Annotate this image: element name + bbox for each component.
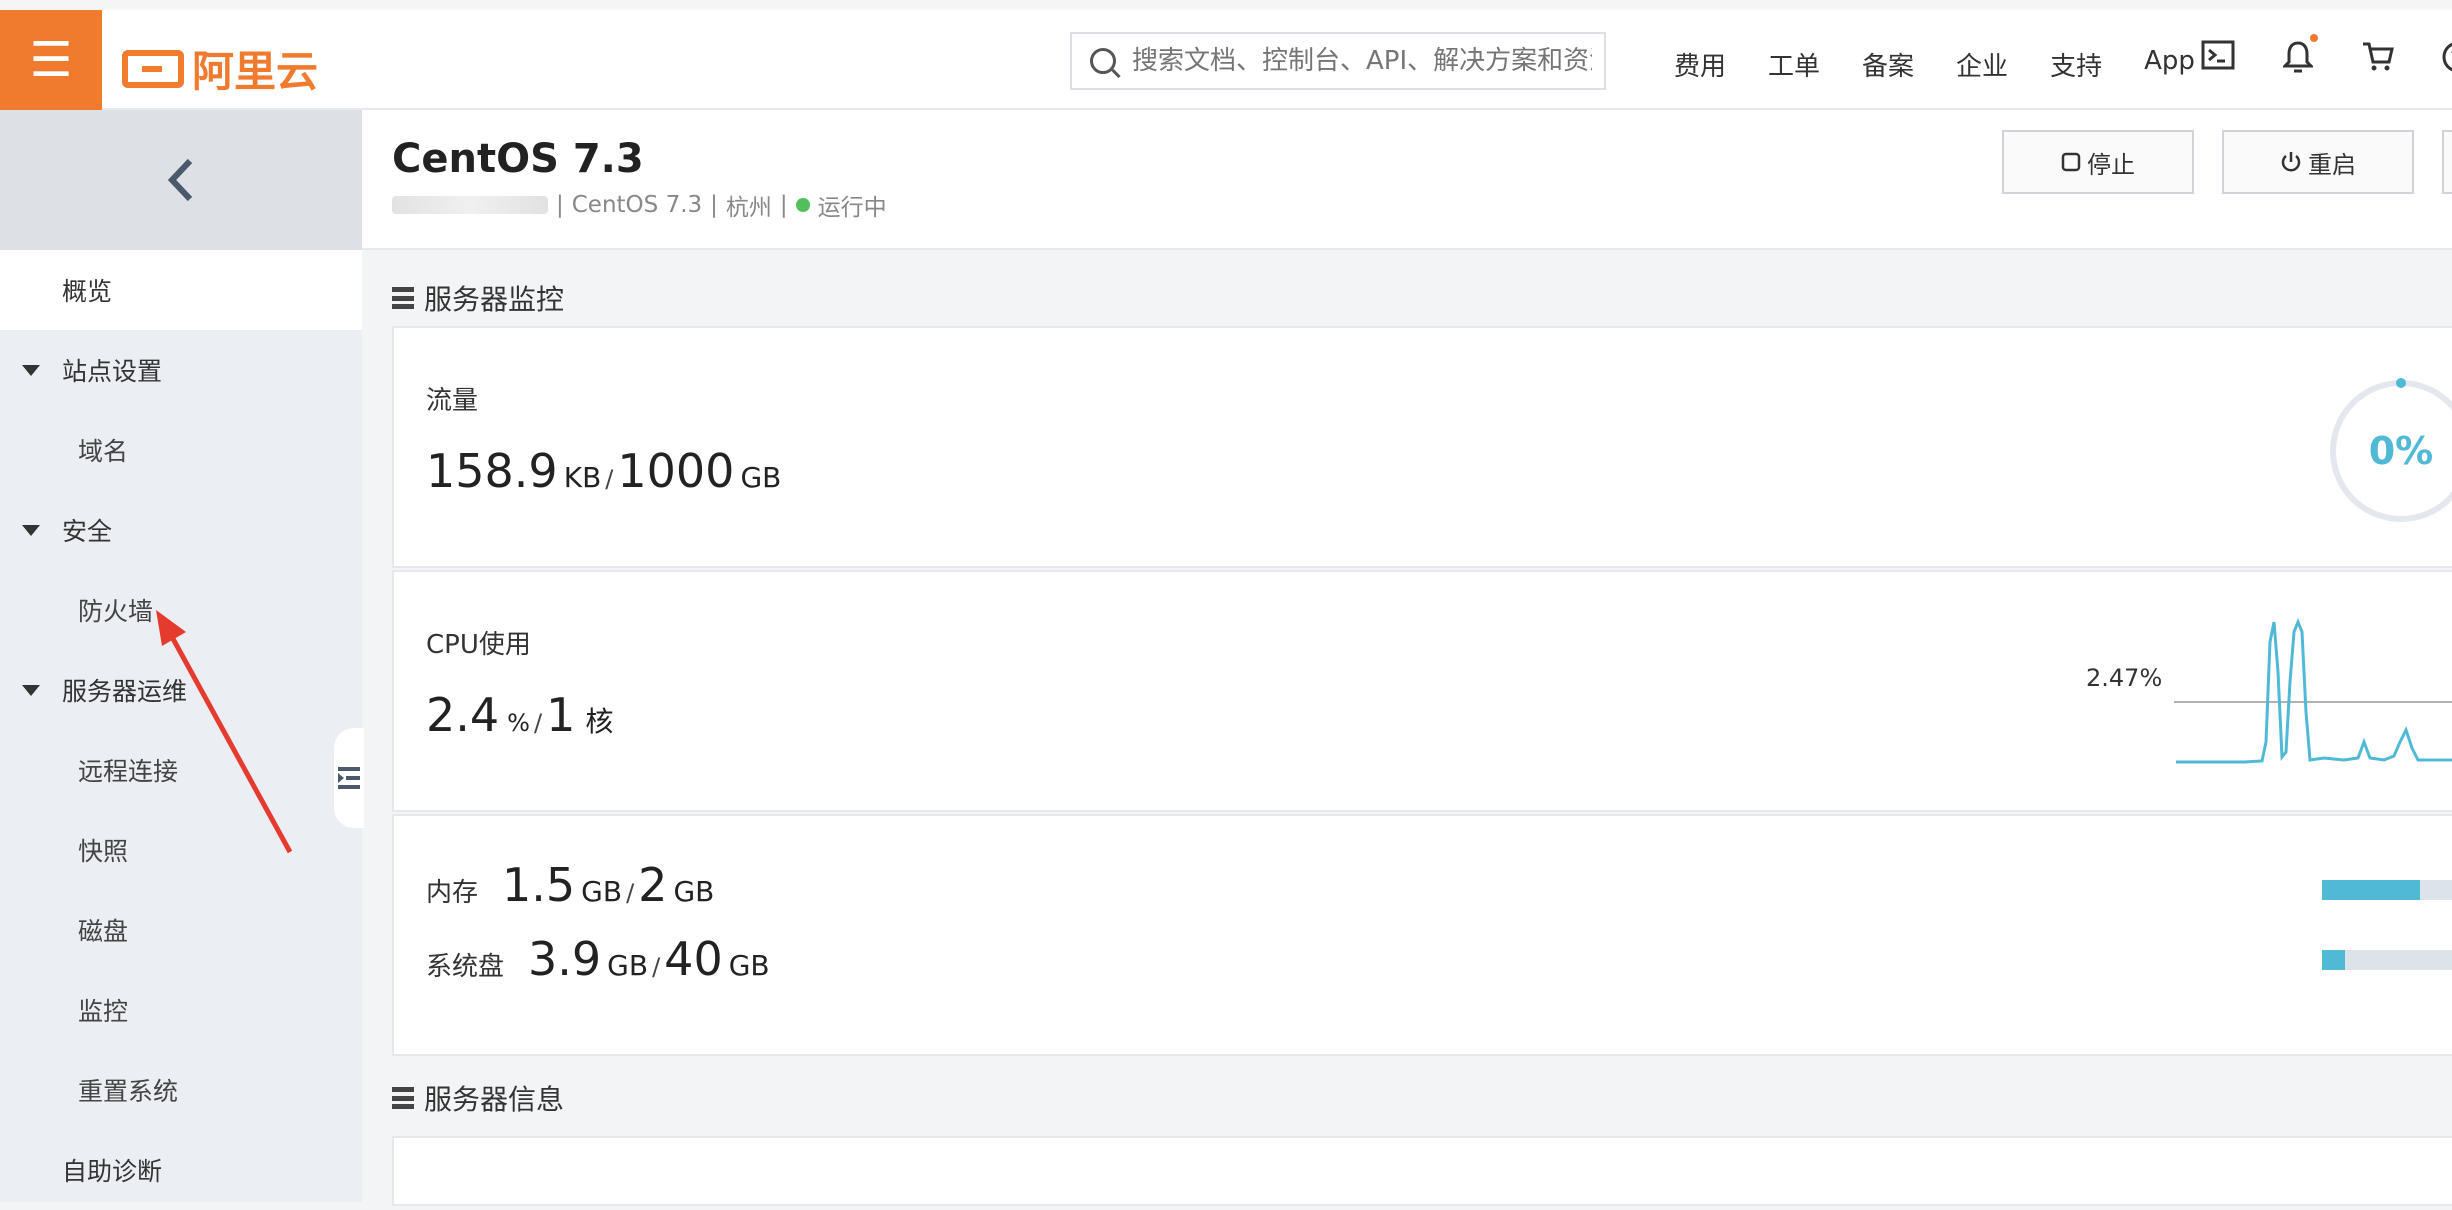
monitor-section-title: 服务器监控 [392, 278, 564, 318]
server-icon [392, 287, 414, 309]
nav-support[interactable]: 支持 [2050, 46, 2102, 83]
disk-usage-bar [2322, 950, 2452, 970]
memory-label: 内存 [426, 878, 479, 908]
memory-usage-bar [2322, 880, 2452, 900]
disk-row: 系统盘 3.9 GB / 40 GB [426, 932, 770, 986]
search-input[interactable] [1132, 46, 1592, 76]
instance-header: CentOS 7.3 | CentOS 7.3 | 杭州 | 运行中 停止 重启 [362, 110, 2452, 250]
caret-down-icon [22, 684, 40, 696]
sidebar-item-self-diagnosis[interactable]: 自助诊断 [0, 1130, 362, 1210]
sidebar-toggle-button[interactable] [334, 728, 364, 828]
cpu-chart-value-label: 2.47% [2086, 664, 2163, 692]
nav-enterprise[interactable]: 企业 [1956, 46, 2008, 83]
resource-card: 内存 1.5 GB / 2 GB 系统盘 3.9 GB / 40 GB [392, 814, 2452, 1056]
traffic-card: 流量 158.9 KB / 1000 GB [392, 326, 2452, 568]
sidebar-group-server-ops[interactable]: 服务器运维 [0, 650, 362, 730]
memory-usage-fill [2322, 880, 2420, 900]
info-card [392, 1136, 2452, 1206]
sidebar-item-reset-system[interactable]: 重置系统 [0, 1050, 362, 1130]
server-icon [392, 1087, 414, 1109]
sidebar-item-monitor[interactable]: 监控 [0, 970, 362, 1050]
info-section-title: 服务器信息 [392, 1078, 564, 1118]
sidebar-item-disk[interactable]: 磁盘 [0, 890, 362, 970]
nav-filing[interactable]: 备案 [1862, 46, 1914, 83]
sidebar-group-site-settings[interactable]: 站点设置 [0, 330, 362, 410]
disk-usage-fill [2322, 950, 2346, 970]
logo-mark-icon [122, 49, 184, 88]
sidebar-item-domain[interactable]: 域名 [0, 410, 362, 490]
logo-text: 阿里云 [192, 47, 319, 96]
list-collapse-icon [338, 767, 360, 789]
power-icon [2281, 152, 2301, 172]
more-button[interactable] [2442, 130, 2452, 194]
sidebar-group-security[interactable]: 安全 [0, 490, 362, 570]
sidebar-item-firewall[interactable]: 防火墙 [0, 570, 362, 650]
hamburger-icon[interactable]: ☰ [0, 10, 102, 110]
traffic-label: 流量 [426, 386, 479, 416]
top-bar: ☰ 阿里云 费用 工单 备案 企业 支持 App [0, 0, 2452, 110]
ring-indicator-dot [2396, 378, 2406, 388]
cpu-sparkline-chart [2174, 617, 2452, 764]
bell-icon[interactable] [2280, 34, 2318, 76]
sidebar-item-snapshot[interactable]: 快照 [0, 810, 362, 890]
instance-os: CentOS 7.3 [571, 192, 703, 218]
cpu-value: 2.4 % / 1 核 [426, 688, 614, 742]
instance-subline: | CentOS 7.3 | 杭州 | 运行中 [392, 188, 887, 222]
top-icons [2200, 34, 2452, 76]
stop-icon [2061, 152, 2081, 172]
chevron-left-icon [167, 158, 193, 202]
cart-icon[interactable] [2360, 40, 2396, 76]
notification-dot [2310, 34, 2318, 42]
status-badge: 运行中 [817, 195, 887, 221]
caret-down-icon [22, 524, 40, 536]
search-box[interactable] [1070, 32, 1606, 90]
page-title: CentOS 7.3 [392, 136, 644, 182]
nav-app[interactable]: App [2144, 46, 2195, 83]
traffic-value: 158.9 KB / 1000 GB [426, 444, 782, 498]
top-nav: 费用 工单 备案 企业 支持 App [1674, 46, 2195, 83]
nav-fees[interactable]: 费用 [1674, 46, 1726, 83]
sidebar-item-overview[interactable]: 概览 [0, 250, 362, 330]
help-icon[interactable] [2440, 40, 2452, 76]
restart-button[interactable]: 重启 [2222, 130, 2414, 194]
stop-button[interactable]: 停止 [2002, 130, 2194, 194]
memory-row: 内存 1.5 GB / 2 GB [426, 858, 715, 912]
nav-tickets[interactable]: 工单 [1768, 46, 1820, 83]
cpu-card: CPU使用 2.4 % / 1 核 2.47% [392, 570, 2452, 812]
instance-ip-redacted [392, 196, 548, 214]
sidebar: 概览 站点设置 域名 安全 防火墙 服务器运维 远程连接 快照 磁盘 监控 重置… [0, 110, 362, 1202]
sidebar-back-button[interactable] [0, 110, 362, 250]
terminal-icon[interactable] [2200, 40, 2236, 76]
sidebar-item-remote-connect[interactable]: 远程连接 [0, 730, 362, 810]
cpu-label: CPU使用 [426, 630, 531, 660]
cpu-sparkline [2176, 617, 2452, 764]
instance-region: 杭州 [725, 195, 772, 221]
aliyun-logo[interactable]: 阿里云 [122, 38, 318, 99]
disk-label: 系统盘 [426, 952, 505, 982]
search-icon [1090, 48, 1116, 74]
caret-down-icon [22, 364, 40, 376]
status-dot-icon [795, 198, 810, 212]
